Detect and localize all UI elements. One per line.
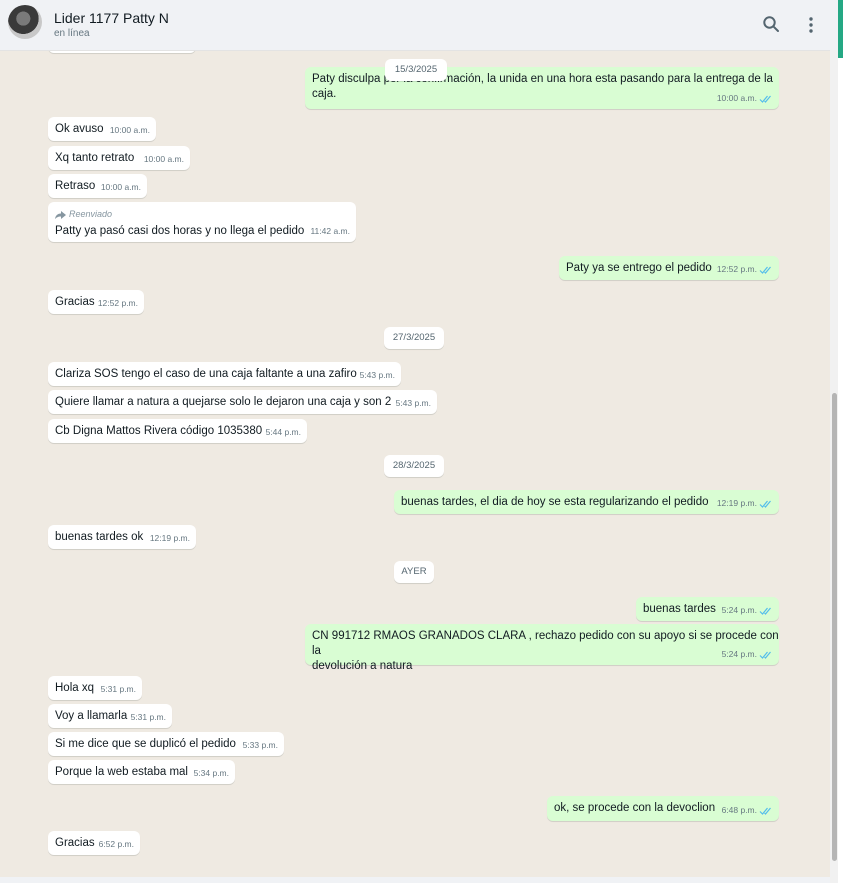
incoming-message[interactable]: Gracias 12:52 p.m. — [48, 290, 144, 314]
message-meta: 5:31 p.m. — [131, 710, 166, 725]
message-meta: 12:52 p.m. — [717, 262, 773, 277]
contact-name[interactable]: Lider 1177 Patty N — [54, 10, 169, 26]
message-meta: 12:52 p.m. — [98, 296, 138, 311]
incoming-message[interactable]: Porque la web estaba mal 5:34 p.m. — [48, 760, 235, 784]
incoming-message[interactable]: Xq tanto retrato 10:00 a.m. — [48, 146, 190, 170]
incoming-message[interactable]: Cb Digna Mattos Rivera código 1035380 5:… — [48, 419, 307, 443]
message-meta: 10:00 a.m. — [110, 123, 150, 138]
message-meta: 5:44 p.m. — [266, 425, 301, 440]
outgoing-message[interactable]: Paty disculpa por la confirmación, la un… — [305, 67, 779, 109]
message-meta: 5:43 p.m. — [360, 368, 395, 383]
message-text: Paty disculpa por la confirmación, la un… — [312, 73, 773, 100]
message-time: 6:52 p.m. — [98, 839, 134, 849]
incoming-message[interactable]: Gracias 6:52 p.m. — [48, 831, 140, 855]
incoming-message[interactable]: Si me dice que se duplicó el pedido 5:33… — [48, 732, 284, 756]
message-time: 11:42 a.m. — [310, 226, 350, 236]
outgoing-message[interactable]: ok, se procede con la devoclion 6:48 p.m… — [547, 796, 779, 821]
message-time: 10:00 a.m. — [100, 182, 141, 192]
incoming-message[interactable]: Retraso 10:00 a.m. — [48, 174, 147, 198]
message-time: 5:24 p.m. — [721, 605, 757, 615]
incoming-message[interactable]: Reenviado Patty ya pasó casi dos horas y… — [48, 202, 356, 242]
message-list[interactable]: Paty disculpa por la confirmación, la un… — [0, 51, 830, 883]
forward-arrow-icon — [55, 210, 66, 219]
message-meta: 5:33 p.m. — [243, 738, 278, 753]
menu-icon[interactable] — [805, 15, 817, 35]
composer-edge — [0, 877, 830, 883]
scrollbar-thumb[interactable] — [832, 393, 837, 861]
read-ticks-icon — [759, 651, 771, 659]
message-meta: 12:19 p.m. — [717, 496, 773, 511]
message-time: 5:31 p.m. — [130, 712, 166, 722]
message-time: 5:43 p.m. — [359, 370, 395, 380]
message-text: Quiere llamar a natura a quejarse solo l… — [55, 396, 392, 408]
date-separator: 27/3/2025 — [384, 327, 444, 349]
message-time: 5:33 p.m. — [242, 740, 278, 750]
message-meta: 5:34 p.m. — [194, 766, 229, 781]
search-icon[interactable] — [762, 15, 780, 33]
message-time: 5:24 p.m. — [721, 649, 757, 659]
message-time: 12:52 p.m. — [716, 264, 757, 274]
message-meta: 5:43 p.m. — [396, 396, 431, 411]
message-meta: 5:24 p.m. — [722, 647, 773, 662]
message-time: 12:19 p.m. — [149, 533, 190, 543]
incoming-message[interactable]: Ok avuso 10:00 a.m. — [48, 117, 156, 141]
incoming-message[interactable]: Clariza SOS tengo el caso de una caja fa… — [48, 362, 401, 386]
outgoing-message[interactable]: buenas tardes, el dia de hoy se esta reg… — [394, 490, 779, 514]
read-ticks-icon — [759, 607, 771, 615]
outgoing-message[interactable]: CN 991712 RMAOS GRANADOS CLARA , rechazo… — [305, 624, 779, 672]
message-meta: 6:48 p.m. — [722, 803, 773, 818]
message-meta: 10:00 a.m. — [101, 180, 141, 195]
window-edge — [838, 0, 843, 883]
message-time: 5:43 p.m. — [395, 398, 431, 408]
date-separator: AYER — [394, 561, 434, 583]
message-time: 5:31 p.m. — [100, 684, 136, 694]
incoming-message[interactable]: Quiere llamar a natura a quejarse solo l… — [48, 390, 437, 414]
outgoing-message[interactable]: buenas tardes 5:24 p.m. — [636, 597, 779, 621]
partial-message — [48, 51, 196, 53]
window-accent — [838, 0, 843, 58]
message-time: 12:19 p.m. — [716, 498, 757, 508]
message-time: 12:52 p.m. — [97, 298, 138, 308]
message-time: 10:00 a.m. — [716, 93, 757, 103]
message-meta: 5:31 p.m. — [101, 682, 136, 697]
message-time: 10:00 a.m. — [109, 125, 150, 135]
avatar[interactable] — [8, 5, 42, 39]
read-ticks-icon — [759, 266, 771, 274]
chat-header: Lider 1177 Patty N en línea — [0, 0, 838, 51]
forwarded-label: Reenviado — [55, 207, 356, 222]
message-meta: 10:00 a.m. — [717, 91, 773, 106]
outgoing-message[interactable]: Paty ya se entrego el pedido 12:52 p.m. — [559, 256, 779, 280]
message-meta: 5:24 p.m. — [722, 603, 773, 618]
incoming-message[interactable]: Hola xq 5:31 p.m. — [48, 676, 142, 700]
contact-status: en línea — [54, 28, 90, 39]
message-time: 10:00 a.m. — [143, 154, 184, 164]
message-meta: 10:00 a.m. — [144, 152, 184, 167]
incoming-message[interactable]: Voy a llamarla 5:31 p.m. — [48, 704, 172, 728]
incoming-message[interactable]: buenas tardes ok 12:19 p.m. — [48, 525, 196, 549]
message-meta: 6:52 p.m. — [99, 837, 134, 852]
message-text: Clariza SOS tengo el caso de una caja fa… — [55, 368, 357, 380]
read-ticks-icon — [759, 500, 771, 508]
read-ticks-icon — [759, 807, 771, 815]
read-ticks-icon — [759, 95, 771, 103]
message-meta: 12:19 p.m. — [150, 531, 190, 546]
message-text: CN 991712 RMAOS GRANADOS CLARA , rechazo… — [312, 630, 779, 672]
message-time: 5:34 p.m. — [193, 768, 229, 778]
date-separator: 15/3/2025 — [385, 59, 447, 81]
message-time: 5:44 p.m. — [265, 427, 301, 437]
message-time: 6:48 p.m. — [721, 805, 757, 815]
date-separator: 28/3/2025 — [384, 455, 444, 477]
message-meta: 11:42 a.m. — [310, 224, 350, 239]
